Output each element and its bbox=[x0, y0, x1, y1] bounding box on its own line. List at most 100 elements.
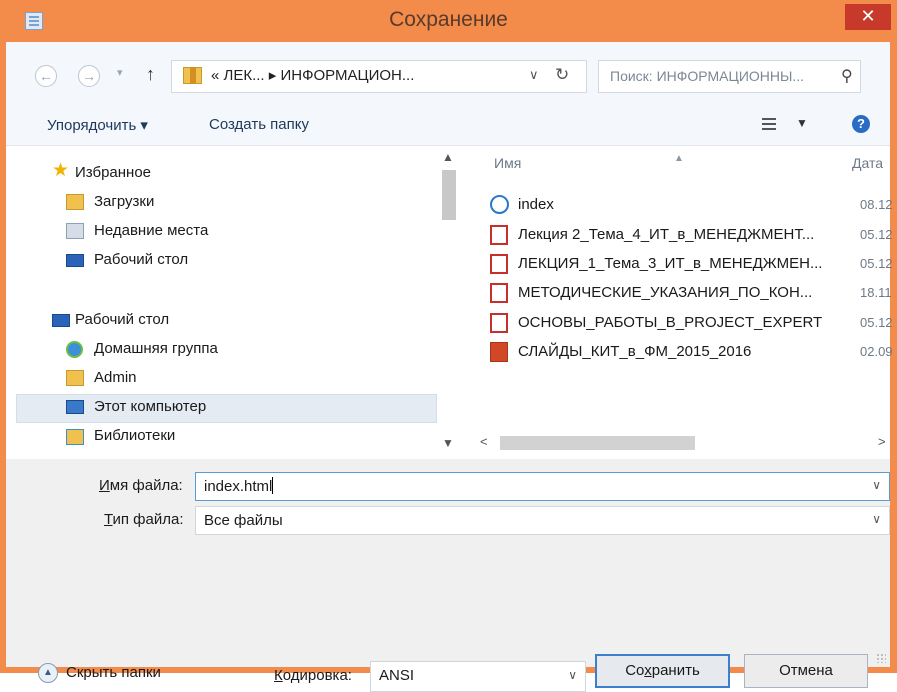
file-name: СЛАЙДЫ_КИТ_в_ФМ_2015_2016 bbox=[518, 343, 752, 360]
encoding-value: ANSI bbox=[379, 667, 415, 684]
forward-button[interactable]: → bbox=[78, 65, 100, 87]
save-options-panel: Имя файла: index.html ∨ Тип файла: Все ф… bbox=[6, 459, 890, 692]
address-bar-row: ← → ▾ ↑ « ЛЕК... ▸ ИНФОРМАЦИОН... ∨ ↻ По… bbox=[6, 42, 890, 104]
dialog-client: ← → ▾ ↑ « ЛЕК... ▸ ИНФОРМАЦИОН... ∨ ↻ По… bbox=[6, 42, 893, 692]
filetype-label-accesskey: Т bbox=[104, 511, 113, 528]
homegroup-icon bbox=[66, 341, 83, 358]
collapse-up-icon: ▲ bbox=[38, 663, 58, 683]
nav-item-label: Библиотеки bbox=[94, 427, 176, 444]
file-list-horizontal-scrollbar[interactable]: < > bbox=[478, 432, 890, 452]
list-item[interactable]: Лекция 2_Тема_4_ИТ_в_МЕНЕДЖМЕНТ... 05.12 bbox=[490, 223, 893, 249]
file-list: Имя ▲ Дата index 08.12 Лекция 2_Тема_4_И… bbox=[478, 146, 893, 459]
file-date: 05.12 bbox=[860, 256, 893, 271]
window-title: Сохранение bbox=[389, 8, 508, 31]
filename-label: Имя файла: bbox=[99, 477, 183, 494]
command-toolbar: Упорядочить ▾ Создать папку ▼ ? bbox=[6, 104, 890, 146]
chevron-down-icon[interactable]: ∨ bbox=[568, 668, 577, 682]
forward-arrow-icon: → bbox=[82, 68, 96, 84]
new-folder-button[interactable]: Создать папку bbox=[209, 116, 309, 133]
resize-grip-icon[interactable] bbox=[876, 653, 886, 663]
column-header-date[interactable]: Дата bbox=[852, 155, 883, 171]
computer-icon bbox=[66, 400, 84, 414]
recent-places-icon bbox=[66, 223, 84, 239]
column-header-name-label: Имя bbox=[494, 155, 522, 171]
filename-value: index.html bbox=[204, 478, 273, 495]
nav-item-label: Недавние места bbox=[94, 222, 209, 239]
star-icon: ★ bbox=[52, 160, 70, 181]
file-name: МЕТОДИЧЕСКИЕ_УКАЗАНИЯ_ПО_КОН... bbox=[518, 284, 813, 301]
file-date: 02.09 bbox=[860, 344, 893, 359]
nav-item-label: Этот компьютер bbox=[94, 398, 207, 415]
scroll-down-icon[interactable]: ▼ bbox=[442, 436, 454, 450]
pdf-file-icon bbox=[490, 283, 508, 303]
breadcrumb-text[interactable]: « ЛЕК... ▸ ИНФОРМАЦИОН... bbox=[211, 66, 414, 84]
file-date: 05.12 bbox=[860, 227, 893, 242]
cancel-button[interactable]: Отмена bbox=[744, 654, 868, 688]
scroll-up-icon[interactable]: ▲ bbox=[442, 150, 454, 164]
filetype-label-text: ип файла: bbox=[112, 511, 184, 528]
up-level-button[interactable]: ↑ bbox=[146, 64, 155, 85]
text-caret bbox=[272, 477, 274, 494]
scroll-right-icon[interactable]: > bbox=[878, 434, 886, 449]
filetype-label: Тип файла: bbox=[104, 511, 184, 528]
nav-item-label: Загрузки bbox=[94, 193, 155, 210]
pptx-file-icon bbox=[490, 342, 508, 362]
nav-pane-scrollbar[interactable]: ▲ ▼ bbox=[438, 146, 460, 459]
list-item[interactable]: ЛЕКЦИЯ_1_Тема_3_ИТ_в_МЕНЕДЖМЕН... 05.12 bbox=[490, 252, 893, 278]
save-dialog: Сохранение ✕ ← → ▾ ↑ « ЛЕК... ▸ ИНФОРМАЦ… bbox=[0, 0, 897, 692]
file-name: index bbox=[518, 196, 554, 213]
address-history-dropdown-icon[interactable]: ∨ bbox=[529, 67, 539, 83]
encoding-label: Кодировка: bbox=[274, 667, 352, 684]
view-options-icon[interactable] bbox=[762, 118, 776, 130]
close-button[interactable]: ✕ bbox=[845, 4, 891, 30]
list-item[interactable]: index 08.12 bbox=[490, 193, 893, 219]
nav-item-label: Admin bbox=[94, 369, 137, 386]
scrollbar-thumb[interactable] bbox=[500, 436, 695, 450]
list-item[interactable]: СЛАЙДЫ_КИТ_в_ФМ_2015_2016 02.09 bbox=[490, 340, 893, 366]
filename-field[interactable]: index.html ∨ bbox=[195, 472, 890, 501]
list-item[interactable]: ОСНОВЫ_РАБОТЫ_В_PROJECT_EXPERT 05.12 bbox=[490, 311, 893, 337]
sort-ascending-icon: ▲ bbox=[674, 153, 684, 164]
up-arrow-icon: ↑ bbox=[146, 64, 155, 84]
save-label-pre: Со bbox=[625, 662, 645, 679]
chevron-down-icon[interactable]: ∨ bbox=[872, 478, 881, 492]
file-date: 18.11 bbox=[860, 285, 892, 300]
scrollbar-thumb[interactable] bbox=[442, 170, 456, 220]
search-input[interactable]: Поиск: ИНФОРМАЦИОННЫ... bbox=[610, 68, 804, 84]
chevron-down-icon[interactable]: ∨ bbox=[872, 512, 881, 526]
save-button[interactable]: Сохранить bbox=[595, 654, 730, 688]
recent-locations-dropdown-icon[interactable]: ▾ bbox=[117, 66, 123, 79]
downloads-folder-icon bbox=[66, 194, 84, 210]
filetype-value: Все файлы bbox=[204, 512, 283, 529]
title-bar[interactable]: Сохранение ✕ bbox=[0, 0, 897, 42]
save-label-post: ранить bbox=[651, 662, 700, 679]
file-name: ЛЕКЦИЯ_1_Тема_3_ИТ_в_МЕНЕДЖМЕН... bbox=[518, 255, 823, 272]
breadcrumb[interactable]: « ЛЕК... ▸ ИНФОРМАЦИОН... ∨ ↻ bbox=[171, 60, 587, 93]
folder-icon bbox=[183, 67, 202, 84]
libraries-icon bbox=[66, 429, 84, 445]
desktop-icon bbox=[52, 314, 70, 327]
help-icon[interactable]: ? bbox=[852, 115, 870, 133]
encoding-select[interactable]: ANSI ∨ bbox=[370, 661, 586, 692]
refresh-icon[interactable]: ↻ bbox=[555, 65, 569, 85]
file-name: ОСНОВЫ_РАБОТЫ_В_PROJECT_EXPERT bbox=[518, 314, 823, 331]
nav-item-label: Избранное bbox=[75, 164, 152, 181]
pdf-file-icon bbox=[490, 313, 508, 333]
pdf-file-icon bbox=[490, 254, 508, 274]
html-file-icon bbox=[490, 195, 509, 214]
view-dropdown-icon[interactable]: ▼ bbox=[796, 116, 808, 130]
filetype-select[interactable]: Все файлы ∨ bbox=[195, 506, 890, 535]
back-button[interactable]: ← bbox=[35, 65, 57, 87]
search-icon[interactable]: ⚲ bbox=[841, 66, 853, 86]
organize-button[interactable]: Упорядочить ▾ bbox=[47, 116, 148, 134]
encoding-label-accesskey: К bbox=[274, 667, 283, 684]
back-arrow-icon: ← bbox=[39, 68, 53, 84]
search-box[interactable]: Поиск: ИНФОРМАЦИОННЫ... ⚲ bbox=[598, 60, 861, 93]
list-item[interactable]: МЕТОДИЧЕСКИЕ_УКАЗАНИЯ_ПО_КОН... 18.11 bbox=[490, 281, 892, 307]
nav-item-label: Домашняя группа bbox=[94, 340, 218, 357]
nav-item-label: Рабочий стол bbox=[75, 311, 170, 328]
nav-item-label: Рабочий стол bbox=[94, 251, 189, 268]
scroll-left-icon[interactable]: < bbox=[480, 434, 488, 449]
column-header-name[interactable]: Имя ▲ bbox=[494, 153, 684, 171]
file-date: 08.12 bbox=[860, 197, 893, 212]
